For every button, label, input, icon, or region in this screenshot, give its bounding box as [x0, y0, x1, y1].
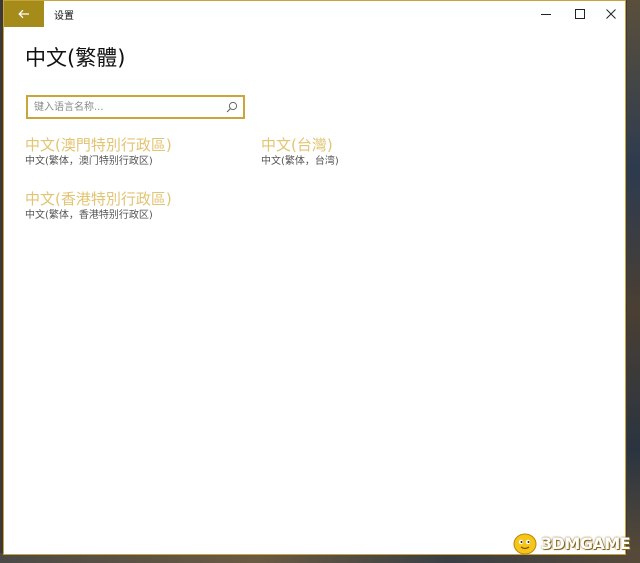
back-button[interactable]: [4, 1, 44, 27]
settings-window: 设置 中文(繁體) 中文(澳門特別行政區) 中文(繁体，澳门特别行政区): [3, 0, 626, 555]
language-description: 中文(繁体，香港特别行政区): [25, 210, 153, 221]
mascot-logo-icon: [513, 533, 537, 555]
minimize-icon: [541, 14, 551, 15]
language-item-taiwan[interactable]: 中文(台灣) 中文(繁体，台湾): [261, 136, 339, 169]
arrow-left-icon: [18, 9, 29, 19]
search-input[interactable]: [34, 99, 220, 115]
language-item-hongkong[interactable]: 中文(香港特別行政區) 中文(繁体，香港特别行政区): [25, 190, 172, 223]
language-item-macau[interactable]: 中文(澳門特別行政區) 中文(繁体，澳门特别行政区): [25, 136, 172, 169]
language-description: 中文(繁体，台湾): [261, 156, 339, 167]
language-name: 中文(澳門特別行政區): [25, 136, 172, 154]
language-description: 中文(繁体，澳门特别行政区): [25, 156, 153, 167]
maximize-icon: [575, 9, 585, 19]
language-name: 中文(香港特別行政區): [25, 190, 172, 208]
window-title: 设置: [54, 11, 74, 22]
title-bar: 设置: [4, 1, 625, 27]
close-button[interactable]: [597, 1, 625, 27]
page-title: 中文(繁體): [25, 46, 126, 70]
close-icon: [606, 9, 616, 19]
search-icon[interactable]: [226, 101, 238, 113]
language-name: 中文(台灣): [261, 136, 333, 154]
desktop-background: [627, 0, 640, 563]
site-watermark: 3DMGAME: [512, 530, 636, 556]
watermark-text: 3DMGAME: [541, 534, 631, 553]
minimize-button[interactable]: [529, 1, 563, 27]
language-search-box[interactable]: [26, 95, 245, 119]
maximize-button[interactable]: [563, 1, 597, 27]
